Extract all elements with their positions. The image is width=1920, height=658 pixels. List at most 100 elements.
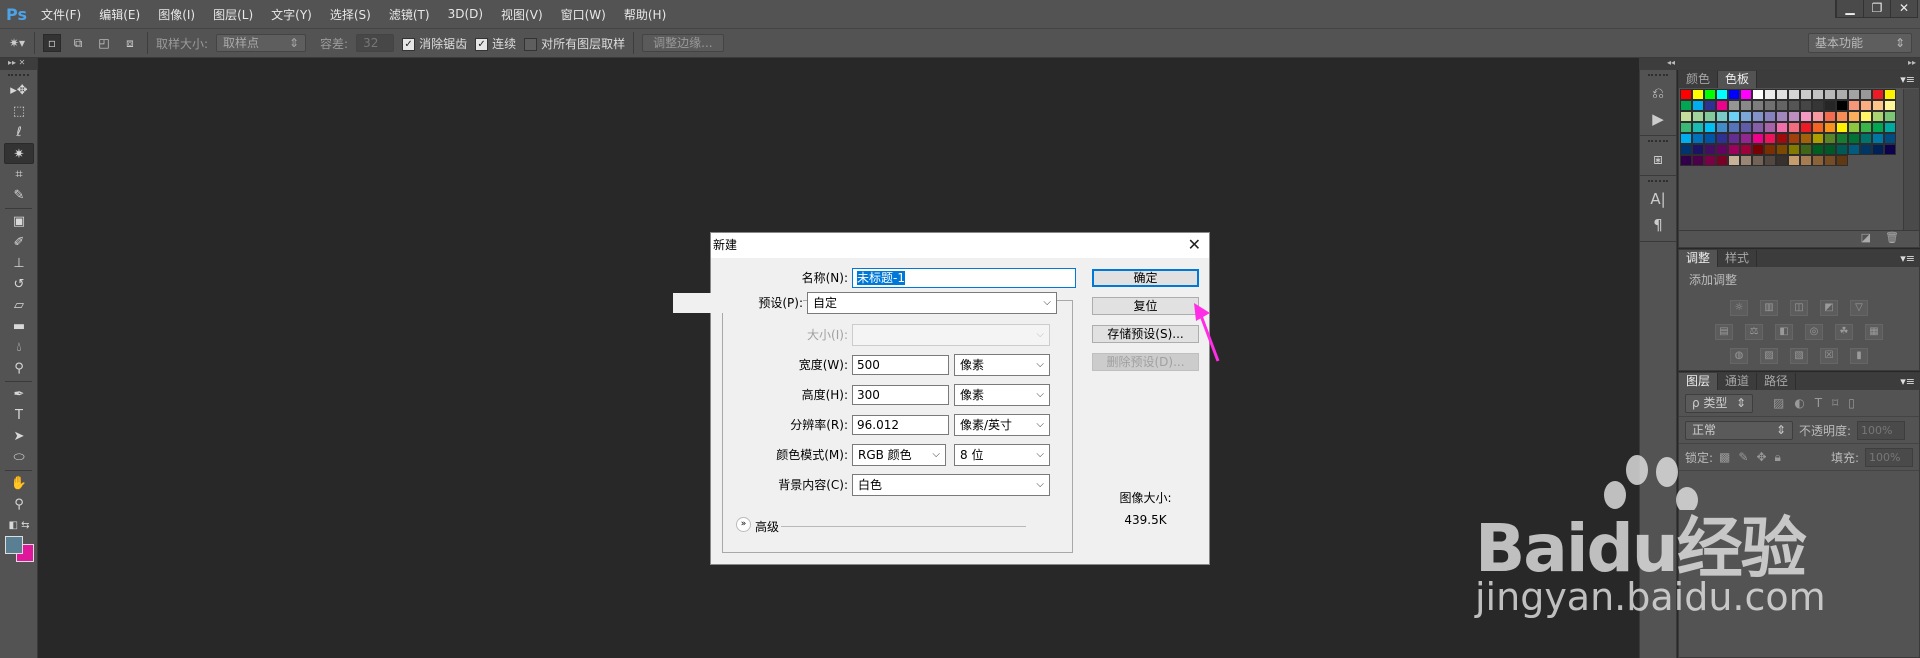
color-swatch[interactable]	[1800, 155, 1812, 166]
color-swatch[interactable]	[1764, 144, 1776, 155]
color-swatch[interactable]	[1692, 155, 1704, 166]
contiguous-checkbox[interactable]: ✓ 连续	[475, 35, 516, 52]
color-swatch[interactable]	[1848, 111, 1860, 122]
dodge-tool-icon[interactable]: ⚲	[4, 358, 34, 379]
ellipse-tool-icon[interactable]: ⬭	[4, 447, 34, 468]
color-swatch[interactable]	[1752, 133, 1764, 144]
color-swatch[interactable]	[1872, 100, 1884, 111]
color-swatch[interactable]	[1764, 122, 1776, 133]
color-swatch[interactable]	[1692, 100, 1704, 111]
panel-menu-icon[interactable]: ▾≡	[1900, 71, 1915, 88]
magic-wand-preset-icon[interactable]: ✷▾	[8, 34, 26, 52]
color-swatch[interactable]	[1740, 122, 1752, 133]
swap-colors-icon[interactable]: ◧ ⇆	[4, 515, 34, 536]
color-swatch[interactable]	[1836, 122, 1848, 133]
color-swatch[interactable]	[1812, 144, 1824, 155]
color-swatch[interactable]	[1680, 155, 1692, 166]
color-swatch[interactable]	[1716, 111, 1728, 122]
color-swatch[interactable]	[1860, 100, 1872, 111]
color-swatch[interactable]	[1692, 122, 1704, 133]
color-swatch[interactable]	[1740, 111, 1752, 122]
color-swatch[interactable]	[1848, 122, 1860, 133]
menu-window[interactable]: 窗口(W)	[561, 6, 606, 23]
color-swatch[interactable]	[1812, 122, 1824, 133]
gradient-tool-icon[interactable]: ▬	[4, 316, 34, 337]
background-select[interactable]: 白色 ⌵	[852, 474, 1050, 496]
color-swatch[interactable]	[1812, 155, 1824, 166]
opacity-input[interactable]: 100%	[1857, 420, 1906, 440]
color-swatch[interactable]	[1704, 133, 1716, 144]
color-swatch[interactable]	[1860, 89, 1872, 100]
pen-tool-icon[interactable]: ✒	[4, 384, 34, 405]
color-swatch[interactable]	[1800, 100, 1812, 111]
tolerance-input[interactable]: 32	[356, 34, 395, 52]
color-swatch[interactable]	[1704, 122, 1716, 133]
color-swatch[interactable]	[1776, 122, 1788, 133]
color-swatch[interactable]	[1824, 89, 1836, 100]
menu-image[interactable]: 图像(I)	[158, 6, 195, 23]
color-swatch[interactable]	[1788, 133, 1800, 144]
adjustment-icon[interactable]: ☒	[1820, 348, 1838, 364]
minimize-button[interactable]: ▁	[1836, 0, 1863, 17]
color-swatch[interactable]	[1752, 122, 1764, 133]
color-swatch[interactable]	[1824, 144, 1836, 155]
color-swatch[interactable]	[1824, 122, 1836, 133]
new-swatch-icon[interactable]: ◪	[1861, 231, 1871, 244]
color-swatch[interactable]	[1728, 155, 1740, 166]
panel-menu-icon[interactable]: ▾≡	[1900, 373, 1915, 390]
type-tool-icon[interactable]: T	[4, 405, 34, 426]
menu-view[interactable]: 视图(V)	[501, 6, 543, 23]
healing-tool-icon[interactable]: ▣	[4, 211, 34, 232]
marquee-tool-icon[interactable]: ⬚	[4, 101, 34, 122]
color-swatch[interactable]	[1704, 144, 1716, 155]
color-swatch[interactable]	[1716, 144, 1728, 155]
color-swatch[interactable]	[1812, 89, 1824, 100]
name-input[interactable]: 未标题-1	[852, 268, 1076, 288]
adjustment-icon[interactable]: ▧	[1790, 348, 1808, 364]
adjustment-icon[interactable]: ◫	[1790, 300, 1808, 316]
sample-size-select[interactable]: 取样点 ⇕	[216, 34, 307, 52]
color-swatch[interactable]	[1800, 111, 1812, 122]
color-swatch[interactable]	[1884, 122, 1896, 133]
adjustment-icon[interactable]: ◍	[1730, 348, 1748, 364]
history-icon[interactable]: ⎌	[1640, 80, 1676, 106]
color-swatch[interactable]	[1788, 122, 1800, 133]
color-swatch[interactable]	[1800, 89, 1812, 100]
menu-help[interactable]: 帮助(H)	[624, 6, 666, 23]
color-swatch[interactable]	[1692, 89, 1704, 100]
sample-all-layers-checkbox[interactable]: 对所有图层取样	[524, 35, 625, 52]
color-swatch[interactable]	[1872, 122, 1884, 133]
color-swatch[interactable]	[1836, 133, 1848, 144]
color-swatch[interactable]	[1728, 100, 1740, 111]
color-swatch[interactable]	[1728, 144, 1740, 155]
stamp-tool-icon[interactable]: ⊥	[4, 253, 34, 274]
color-swatch[interactable]	[1716, 155, 1728, 166]
menu-3d[interactable]: 3D(D)	[448, 7, 483, 21]
color-swatch[interactable]	[1764, 111, 1776, 122]
color-swatch[interactable]	[1680, 111, 1692, 122]
color-swatch[interactable]	[1884, 144, 1896, 155]
close-button[interactable]: ✕	[1890, 0, 1917, 17]
menu-filter[interactable]: 滤镜(T)	[389, 6, 430, 23]
color-swatch[interactable]	[1836, 144, 1848, 155]
3d-icon[interactable]: ⧆	[1640, 146, 1676, 172]
adjustment-icon[interactable]: ▤	[1715, 324, 1733, 340]
color-swatch[interactable]	[1704, 100, 1716, 111]
color-swatch[interactable]	[1728, 133, 1740, 144]
color-swatch[interactable]	[1740, 89, 1752, 100]
color-swatch[interactable]	[1716, 100, 1728, 111]
blend-mode-select[interactable]: 正常 ⇕	[1685, 420, 1793, 440]
eraser-tool-icon[interactable]: ▱	[4, 295, 34, 316]
panel-collapse-bar[interactable]: ◂◂ ▸▸	[1639, 58, 1920, 70]
paragraph-icon[interactable]: ¶	[1640, 212, 1676, 238]
color-swatch[interactable]	[1764, 155, 1776, 166]
expand-advanced-icon[interactable]: »	[736, 517, 751, 532]
color-swatch[interactable]	[1860, 111, 1872, 122]
color-swatch[interactable]	[1752, 155, 1764, 166]
menu-edit[interactable]: 编辑(E)	[99, 6, 140, 23]
color-swatch[interactable]	[1824, 155, 1836, 166]
lasso-tool-icon[interactable]: ℓ	[4, 122, 34, 143]
adjustment-icon[interactable]: ◎	[1805, 324, 1823, 340]
menu-file[interactable]: 文件(F)	[41, 6, 81, 23]
size-select[interactable]: ⌵	[852, 324, 1050, 346]
